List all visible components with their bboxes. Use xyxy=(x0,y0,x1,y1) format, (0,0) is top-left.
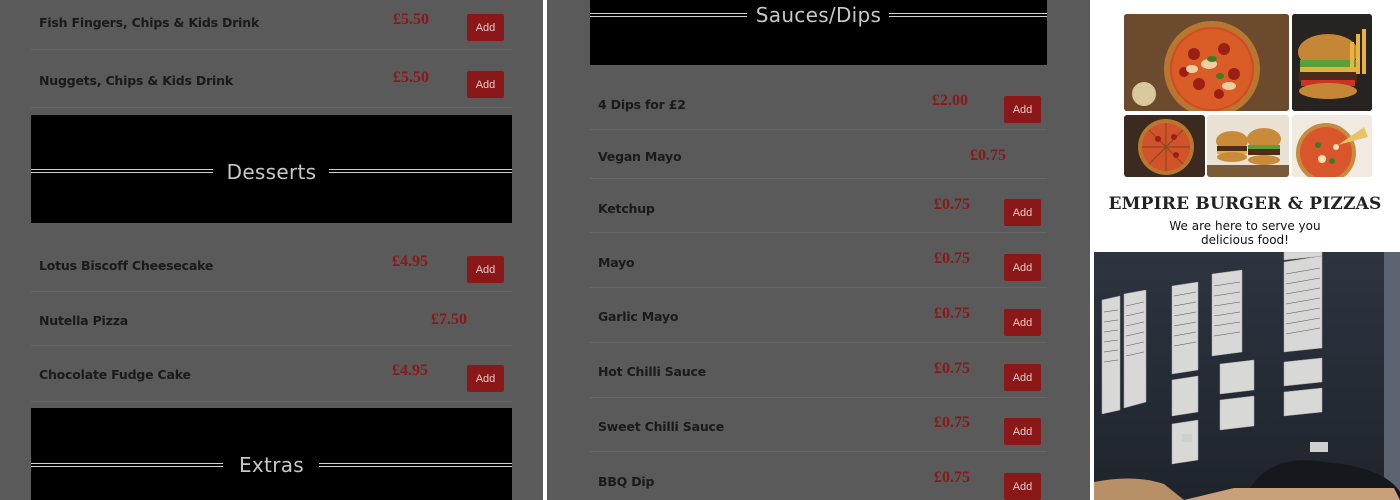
menu-item: 4 Dips for £2 £2.00 Add xyxy=(590,78,1047,130)
add-button[interactable]: Add xyxy=(1004,199,1041,226)
item-price: £5.50 xyxy=(393,69,429,86)
pizza-slices-photo xyxy=(1124,115,1205,177)
item-price: £0.75 xyxy=(934,305,970,322)
add-button[interactable]: Add xyxy=(1004,418,1041,445)
brand-tagline: We are here to serve you delicious food! xyxy=(1145,219,1345,247)
item-price: £0.75 xyxy=(934,360,970,377)
add-button[interactable]: Add xyxy=(1004,364,1041,391)
item-name: BBQ Dip xyxy=(598,474,655,489)
tagline-line-2: delicious food! xyxy=(1201,233,1289,247)
restaurant-wall-photo xyxy=(1094,252,1400,500)
section-header-desserts: Desserts xyxy=(31,115,512,223)
add-button[interactable]: Add xyxy=(467,71,504,98)
add-button[interactable]: Add xyxy=(1004,254,1041,281)
item-price: £0.75 xyxy=(934,250,970,267)
item-name: Lotus Biscoff Cheesecake xyxy=(39,258,214,273)
item-price: £7.50 xyxy=(431,311,467,328)
item-price: £4.95 xyxy=(392,253,428,270)
menu-item: Nutella Pizza £7.50 xyxy=(31,292,512,346)
item-name: Vegan Mayo xyxy=(598,149,682,164)
add-button[interactable]: Add xyxy=(467,14,504,41)
add-button[interactable]: Add xyxy=(467,365,504,392)
burgers-photo xyxy=(1207,115,1289,177)
item-name: Nuggets, Chips & Kids Drink xyxy=(39,73,233,88)
item-price: £0.75 xyxy=(934,196,970,213)
item-name: Hot Chilli Sauce xyxy=(598,364,706,379)
item-name: Chocolate Fudge Cake xyxy=(39,367,191,382)
section-title: Sauces/Dips xyxy=(755,3,882,27)
menu-item: Sweet Chilli Sauce £0.75 Add xyxy=(590,398,1047,452)
menu-item: Lotus Biscoff Cheesecake £4.95 Add xyxy=(31,236,512,292)
add-button[interactable]: Add xyxy=(467,256,504,283)
section-header-sauces: Sauces/Dips xyxy=(590,0,1047,65)
pizza-photo xyxy=(1124,14,1289,111)
burger-photo xyxy=(1292,14,1372,111)
item-name: Fish Fingers, Chips & Kids Drink xyxy=(39,15,260,30)
item-price: £0.75 xyxy=(934,414,970,431)
add-button[interactable]: Add xyxy=(1004,309,1041,336)
brand-panel: EMPIRE BURGER & PIZZAS We are here to se… xyxy=(1090,0,1400,500)
menu-item: Nuggets, Chips & Kids Drink £5.50 Add xyxy=(31,50,512,108)
item-name: Sweet Chilli Sauce xyxy=(598,419,725,434)
menu-item: Garlic Mayo £0.75 Add xyxy=(590,288,1047,343)
section-header-extras: Extras xyxy=(31,408,512,500)
add-button[interactable]: Add xyxy=(1004,473,1041,500)
item-price: £4.95 xyxy=(392,362,428,379)
item-price: £0.75 xyxy=(970,147,1006,164)
pizza-cheese-photo xyxy=(1292,115,1372,177)
item-name: Garlic Mayo xyxy=(598,309,679,324)
item-name: 4 Dips for £2 xyxy=(598,97,686,112)
menu-item: Fish Fingers, Chips & Kids Drink £5.50 A… xyxy=(31,0,512,50)
item-price: £2.00 xyxy=(932,92,968,109)
menu-item: Mayo £0.75 Add xyxy=(590,233,1047,288)
tagline-line-1: We are here to serve you xyxy=(1169,219,1321,233)
item-price: £5.50 xyxy=(393,11,429,28)
menu-item: Vegan Mayo £0.75 xyxy=(590,130,1047,179)
item-name: Nutella Pizza xyxy=(39,313,129,328)
menu-item: Hot Chilli Sauce £0.75 Add xyxy=(590,343,1047,398)
menu-item: Ketchup £0.75 Add xyxy=(590,179,1047,233)
brand-name: EMPIRE BURGER & PIZZAS xyxy=(1108,194,1382,214)
section-title: Extras xyxy=(238,453,304,477)
item-price: £0.75 xyxy=(934,469,970,486)
add-button[interactable]: Add xyxy=(1004,96,1041,123)
item-name: Ketchup xyxy=(598,201,655,216)
menu-item: Chocolate Fudge Cake £4.95 Add xyxy=(31,346,512,402)
menu-panel-left: Fish Fingers, Chips & Kids Drink £5.50 A… xyxy=(0,0,543,500)
item-name: Mayo xyxy=(598,255,635,270)
menu-panel-middle: Sauces/Dips 4 Dips for £2 £2.00 Add Vega… xyxy=(547,0,1090,500)
menu-item: BBQ Dip £0.75 Add xyxy=(590,452,1047,500)
section-title: Desserts xyxy=(226,160,317,184)
